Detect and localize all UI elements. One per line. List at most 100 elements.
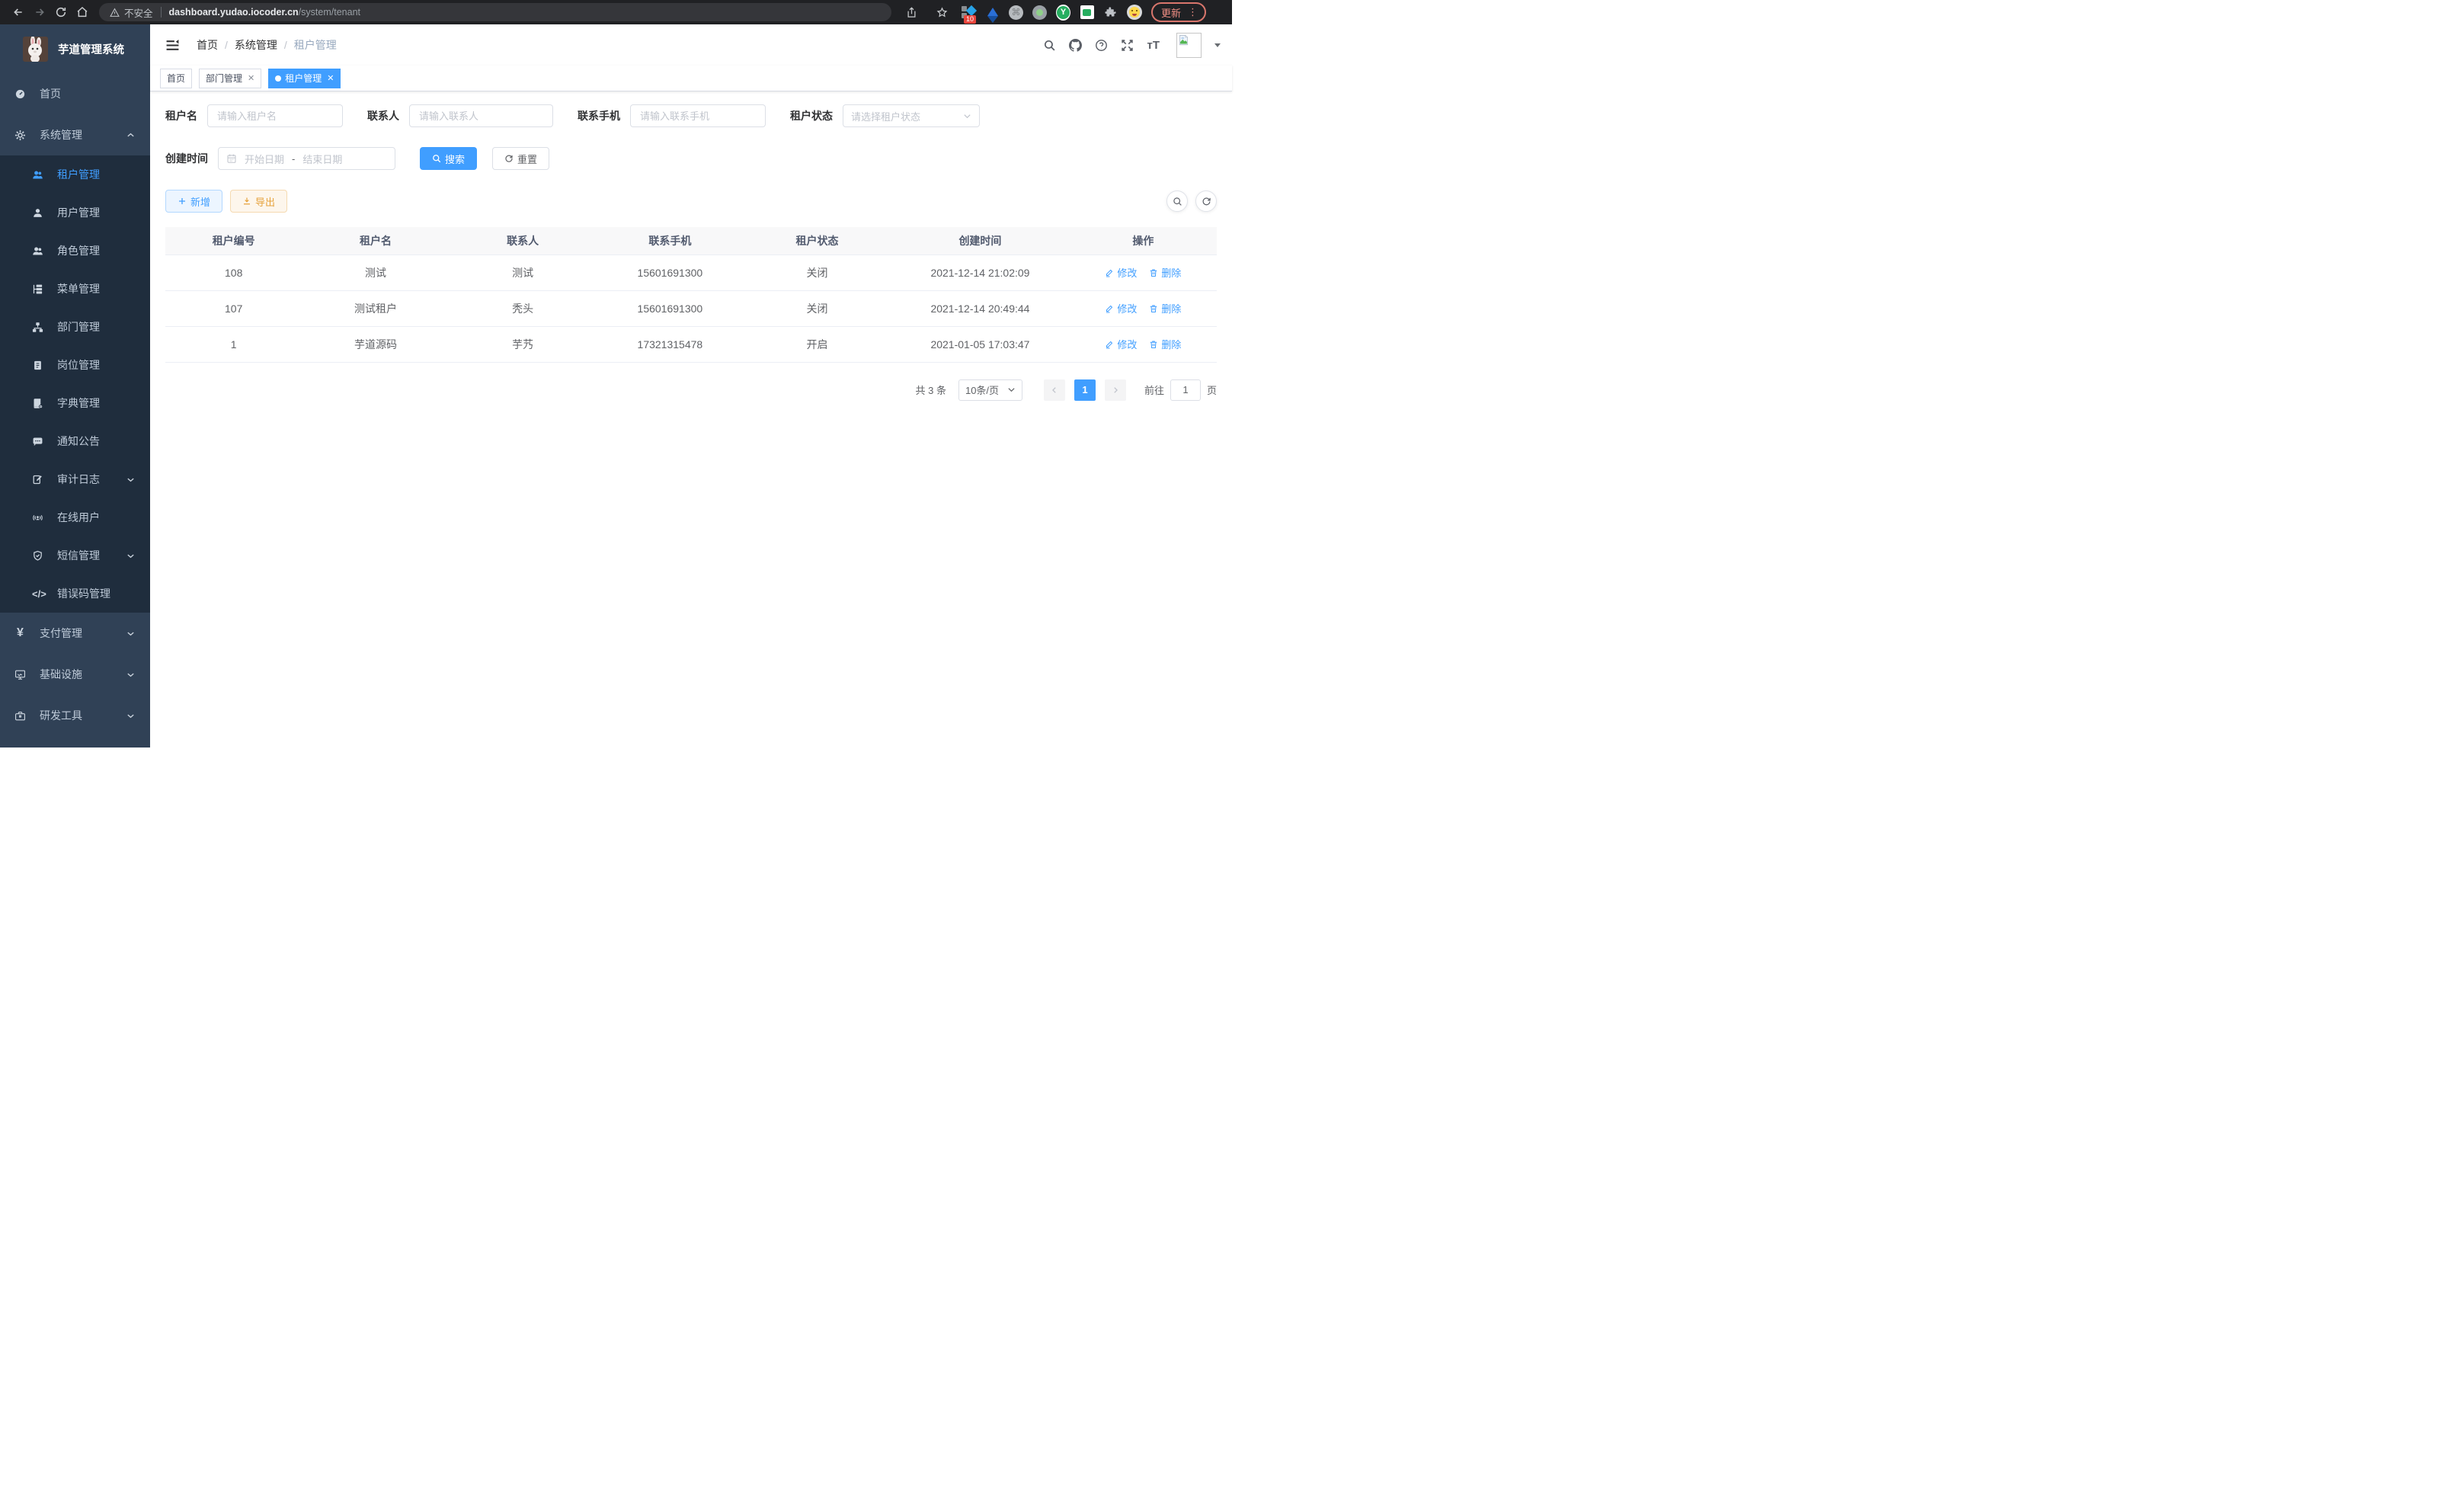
search-form-row-1: 租户名 联系人 联系手机 租户状态 请选择租户状态: [165, 104, 1217, 127]
bookmark-star-icon[interactable]: [931, 2, 952, 23]
status-select[interactable]: 请选择租户状态: [843, 104, 980, 127]
tenant-name-label: 租户名: [165, 108, 197, 123]
sidebar-item-infra[interactable]: 基础设施: [0, 654, 150, 695]
tenant-name-input[interactable]: [207, 104, 343, 127]
delete-link[interactable]: 删除: [1149, 301, 1181, 315]
edit-link[interactable]: 修改: [1105, 337, 1137, 351]
extension-kite-icon[interactable]: [985, 5, 1000, 20]
app-logo-area[interactable]: 芋道管理系统: [0, 24, 150, 73]
trash-icon: [1149, 268, 1158, 277]
security-warning-icon[interactable]: 不安全: [110, 5, 153, 20]
toggle-search-button[interactable]: [1166, 190, 1188, 212]
home-icon[interactable]: [72, 2, 93, 23]
chrome-update-button[interactable]: 更新 ⋮: [1151, 2, 1206, 22]
table-row: 107 测试租户 秃头 15601691300 关闭 2021-12-14 20…: [165, 290, 1217, 326]
help-icon[interactable]: [1095, 39, 1108, 52]
extension-y-icon[interactable]: Y: [1056, 5, 1070, 20]
header-search-icon[interactable]: [1043, 39, 1056, 52]
fullscreen-icon[interactable]: [1121, 39, 1134, 52]
extension-record-icon[interactable]: [1032, 5, 1047, 20]
sidebar-item-menu[interactable]: 菜单管理: [0, 270, 150, 308]
goto-page-input[interactable]: [1170, 379, 1201, 401]
reload-icon[interactable]: [50, 2, 72, 23]
github-icon[interactable]: [1069, 39, 1082, 52]
dashboard-icon: [14, 88, 26, 100]
sidebar-item-tenant[interactable]: 租户管理: [0, 155, 150, 194]
chrome-menu-icon[interactable]: ⋮: [1188, 8, 1198, 16]
url-path: /system/tenant: [299, 7, 360, 18]
status-label: 租户状态: [790, 108, 833, 123]
search-icon: [432, 154, 441, 163]
broken-image-icon: [1178, 34, 1189, 46]
avatar-dropdown-caret-icon[interactable]: [1214, 43, 1221, 50]
edit-link[interactable]: 修改: [1105, 265, 1137, 280]
sidebar-item-pay[interactable]: ¥ 支付管理: [0, 613, 150, 654]
add-button[interactable]: 新增: [165, 190, 222, 213]
create-time-label: 创建时间: [165, 151, 208, 166]
date-start-placeholder: 开始日期: [245, 152, 284, 166]
next-page-button[interactable]: [1105, 379, 1126, 401]
sidebar-item-dept[interactable]: 部门管理: [0, 308, 150, 346]
gear-icon: [14, 130, 26, 141]
divider: [161, 7, 162, 18]
close-icon[interactable]: ✕: [327, 73, 334, 83]
mobile-label: 联系手机: [578, 108, 620, 123]
page-unit-label: 页: [1207, 383, 1217, 397]
table-row: 108 测试 测试 15601691300 关闭 2021-12-14 21:0…: [165, 255, 1217, 290]
extension-command-icon[interactable]: ⌘: [1009, 5, 1023, 20]
page-size-select[interactable]: 10条/页: [958, 379, 1022, 401]
sidebar-item-dict[interactable]: 字典管理: [0, 384, 150, 422]
sidebar-item-audit-log[interactable]: 审计日志: [0, 460, 150, 498]
delete-link[interactable]: 删除: [1149, 265, 1181, 280]
user-avatar[interactable]: [1176, 33, 1202, 58]
sidebar-item-role[interactable]: 角色管理: [0, 232, 150, 270]
sidebar-item-system[interactable]: 系统管理: [0, 114, 150, 155]
peoples-icon: [32, 245, 43, 257]
extension-chat-icon[interactable]: [1080, 5, 1094, 20]
tab-dept[interactable]: 部门管理 ✕: [199, 69, 261, 88]
monitor-icon: [14, 669, 26, 680]
page-number-1[interactable]: 1: [1074, 379, 1096, 401]
money-icon: ¥: [14, 626, 26, 640]
mobile-input[interactable]: [630, 104, 766, 127]
sidebar-item-devtools[interactable]: 研发工具: [0, 695, 150, 736]
sidebar-item-error-code[interactable]: </> 错误码管理: [0, 575, 150, 613]
export-button[interactable]: 导出: [230, 190, 287, 213]
extensions-puzzle-icon[interactable]: [1103, 5, 1118, 20]
breadcrumb-home[interactable]: 首页: [197, 37, 218, 53]
profile-avatar-icon[interactable]: [1127, 5, 1142, 20]
sidebar-item-post[interactable]: 岗位管理: [0, 346, 150, 384]
sidebar-item-home[interactable]: 首页: [0, 73, 150, 114]
delete-link[interactable]: 删除: [1149, 337, 1181, 351]
reset-button[interactable]: 重置: [492, 147, 549, 170]
breadcrumb-system[interactable]: 系统管理: [235, 37, 277, 53]
sidebar-item-notice[interactable]: 通知公告: [0, 422, 150, 460]
post-icon: [32, 360, 43, 371]
tab-tenant[interactable]: 租户管理 ✕: [268, 69, 341, 88]
date-range-picker[interactable]: 开始日期 - 结束日期: [218, 147, 395, 170]
chevron-down-icon: [126, 671, 135, 679]
address-bar[interactable]: 不安全 dashboard.yudao.iocoder.cn/system/te…: [99, 3, 891, 21]
refresh-table-button[interactable]: [1195, 190, 1217, 212]
close-icon[interactable]: ✕: [248, 73, 254, 83]
chevron-right-icon: [1112, 386, 1119, 394]
calendar-icon: [226, 153, 237, 164]
extension-blue-diamond-icon[interactable]: 10: [962, 5, 976, 20]
font-size-icon[interactable]: тT: [1147, 39, 1160, 52]
share-icon[interactable]: [901, 2, 922, 23]
contact-input[interactable]: [409, 104, 553, 127]
prev-page-button[interactable]: [1044, 379, 1065, 401]
sidebar-collapse-icon[interactable]: [162, 38, 184, 53]
edit-link[interactable]: 修改: [1105, 301, 1137, 315]
sidebar-item-user[interactable]: 用户管理: [0, 194, 150, 232]
sidebar-item-sms[interactable]: 短信管理: [0, 536, 150, 575]
back-icon[interactable]: [8, 2, 29, 23]
system-submenu: 租户管理 用户管理 角色管理 菜单管理 部门管理: [0, 155, 150, 613]
col-created: 创建时间: [891, 227, 1070, 255]
refresh-icon: [504, 154, 514, 163]
tab-home[interactable]: 首页: [160, 69, 192, 88]
forward-icon[interactable]: [29, 2, 50, 23]
sidebar-item-online-user[interactable]: 在线用户: [0, 498, 150, 536]
security-label: 不安全: [124, 5, 153, 20]
search-button[interactable]: 搜索: [420, 147, 477, 170]
